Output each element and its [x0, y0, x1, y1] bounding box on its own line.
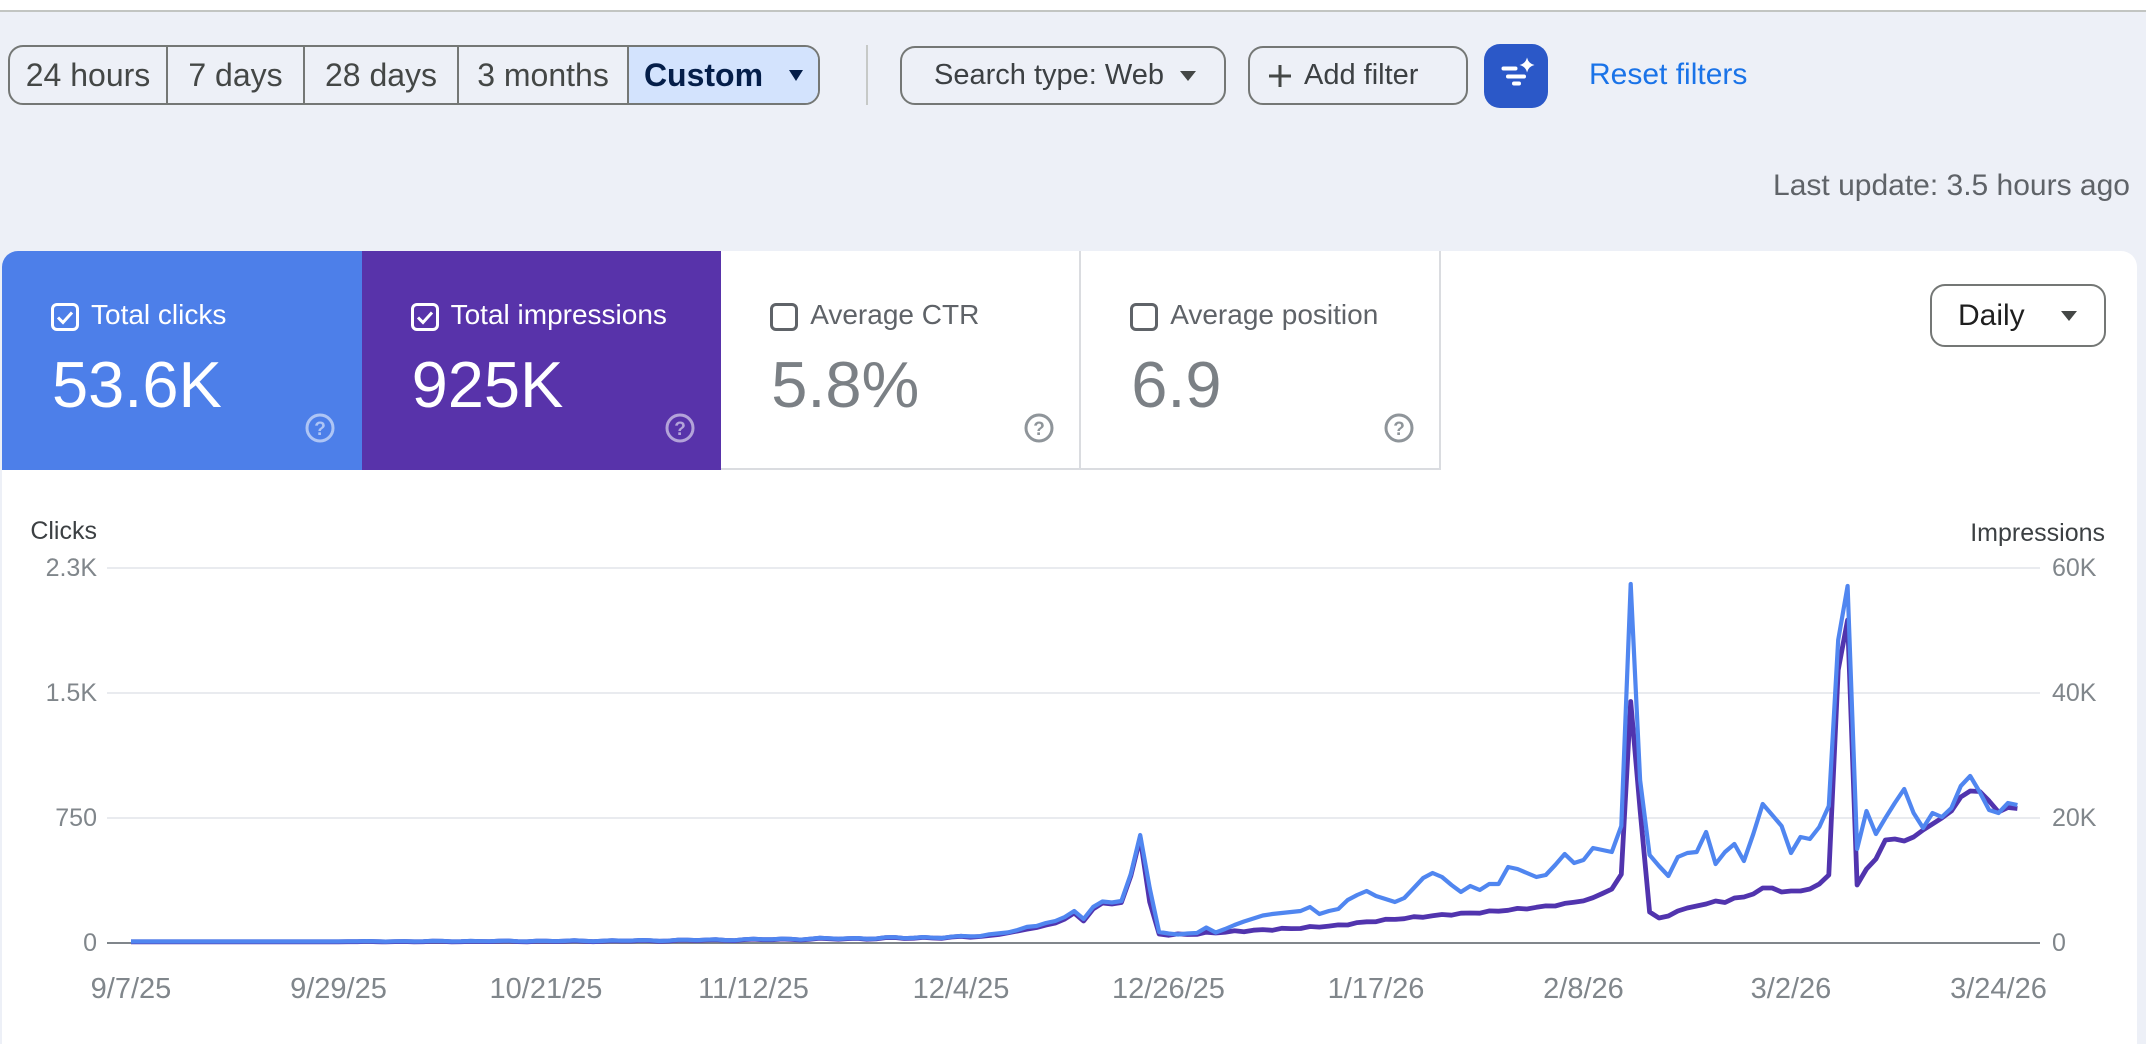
svg-text:Impressions: Impressions: [1970, 519, 2105, 547]
svg-text:2/8/26: 2/8/26: [1543, 973, 1624, 1005]
svg-text:12/4/25: 12/4/25: [913, 973, 1010, 1005]
svg-text:Clicks: Clicks: [30, 517, 97, 545]
svg-text:1/17/26: 1/17/26: [1328, 973, 1425, 1005]
svg-text:1.5K: 1.5K: [46, 679, 98, 707]
svg-text:11/12/25: 11/12/25: [698, 973, 809, 1005]
svg-text:12/26/25: 12/26/25: [1112, 973, 1225, 1005]
svg-text:9/29/25: 9/29/25: [290, 973, 387, 1005]
svg-text:3/2/26: 3/2/26: [1751, 973, 1832, 1005]
svg-text:9/7/25: 9/7/25: [91, 973, 172, 1005]
svg-text:2.3K: 2.3K: [46, 554, 98, 582]
svg-text:20K: 20K: [2052, 804, 2097, 832]
svg-text:750: 750: [55, 804, 97, 832]
svg-text:10/21/25: 10/21/25: [490, 973, 603, 1005]
svg-text:0: 0: [83, 929, 97, 957]
svg-text:60K: 60K: [2052, 554, 2097, 582]
svg-text:0: 0: [2052, 929, 2066, 957]
svg-text:3/24/26: 3/24/26: [1950, 973, 2047, 1005]
svg-text:40K: 40K: [2052, 679, 2097, 707]
